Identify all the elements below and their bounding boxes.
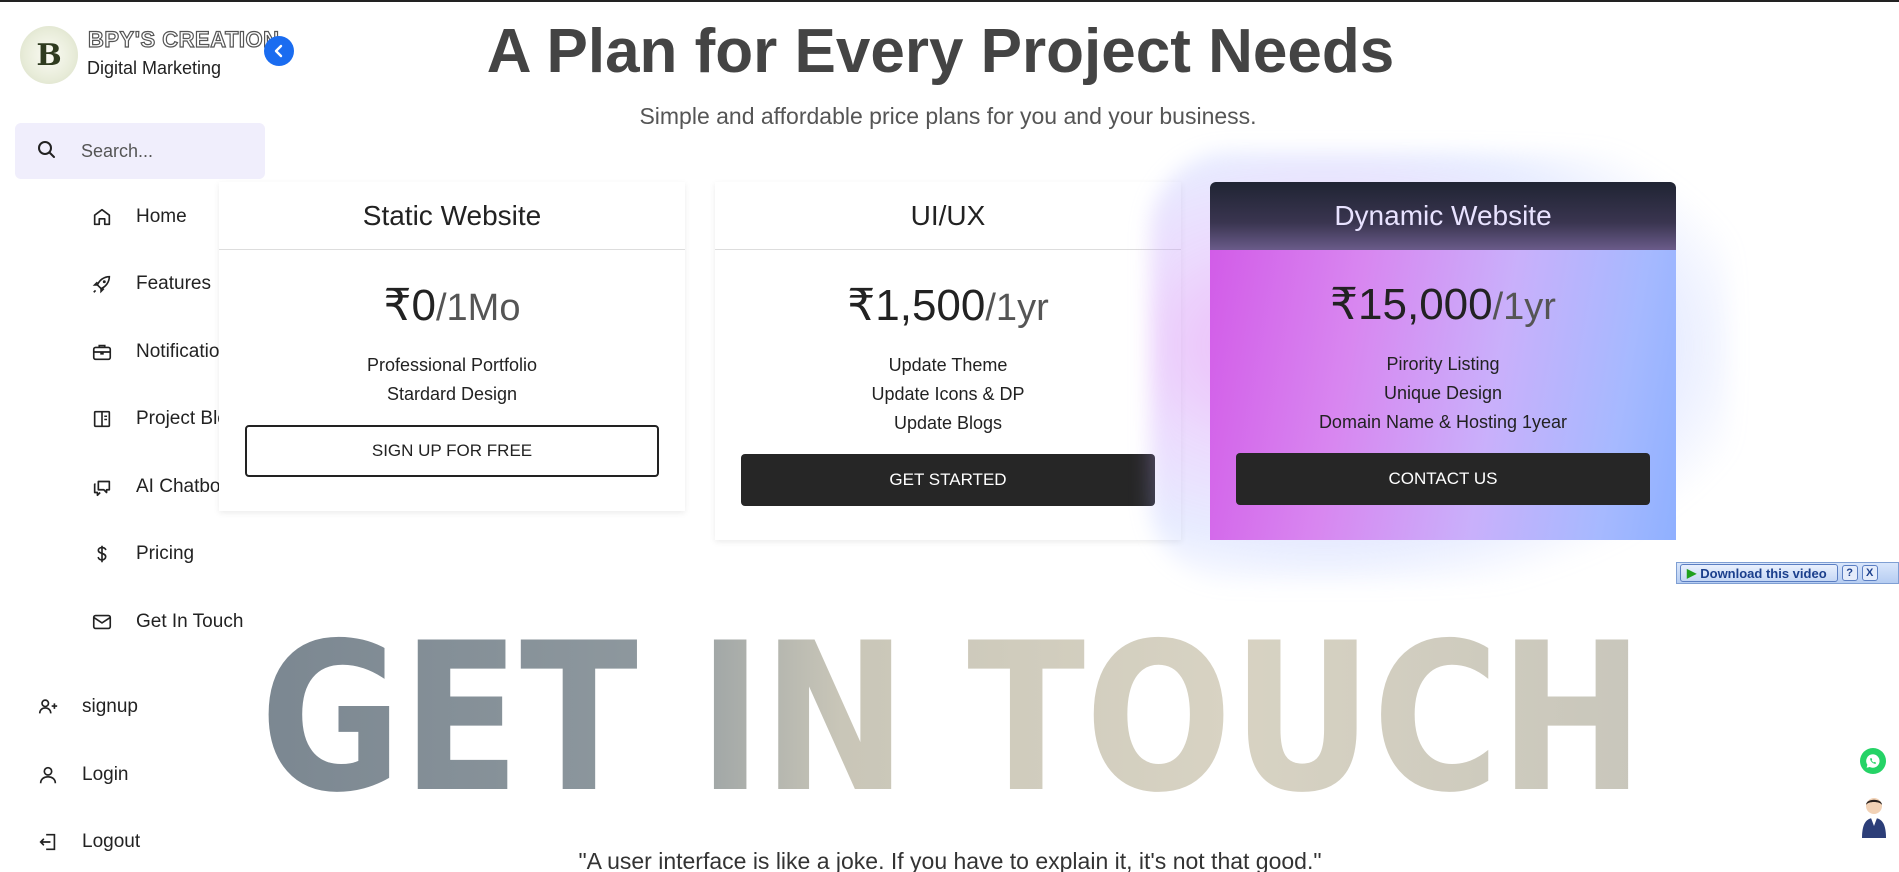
plan-price-period: /1yr — [1492, 286, 1556, 328]
chat-assistant-avatar[interactable] — [1858, 794, 1890, 838]
plan-name: UI/UX — [715, 182, 1181, 250]
download-video-bar: ▶ Download this video ? X — [1676, 562, 1899, 584]
sidebar-item-label: Get In Touch — [136, 611, 244, 632]
briefcase-icon — [90, 340, 114, 364]
sidebar-item-get-in-touch[interactable]: Get In Touch — [90, 602, 243, 642]
rocket-icon — [90, 272, 114, 296]
plan-feature: Stardard Design — [386, 384, 518, 404]
sign-up-free-button[interactable]: SIGN UP FOR FREE — [245, 425, 659, 477]
close-button[interactable]: X — [1861, 565, 1878, 581]
plan-price-amount: ₹0 — [383, 281, 436, 330]
plan-feature: Update Blogs — [893, 413, 1003, 433]
page-title: A Plan for Every Project Needs — [486, 17, 1395, 86]
plan-price: ₹15,000/1yr — [1210, 279, 1676, 330]
signup-label: signup — [82, 696, 138, 717]
plan-card-static: Static Website ₹0/1Mo Professional Portf… — [219, 182, 685, 511]
user-icon — [36, 763, 60, 787]
signup-link[interactable]: signup — [36, 687, 138, 727]
play-icon: ▶ — [1687, 566, 1697, 580]
home-icon — [90, 205, 114, 229]
search-box[interactable] — [15, 123, 265, 179]
plan-feature: Update Theme — [888, 355, 1008, 375]
plan-feature: Update Icons & DP — [871, 384, 1025, 404]
sidebar-item-notifications[interactable]: Notifications — [90, 332, 240, 372]
plan-price-amount: ₹1,500 — [847, 281, 986, 330]
plan-card-dynamic: Dynamic Website ₹15,000/1yr Pirority Lis… — [1210, 182, 1676, 540]
sidebar-item-label: AI Chatbot — [136, 476, 226, 497]
get-in-touch-text: GET IN TOUCH — [260, 622, 1644, 802]
help-button[interactable]: ? — [1841, 565, 1858, 581]
whatsapp-button[interactable] — [1860, 748, 1886, 774]
whatsapp-icon — [1866, 754, 1880, 768]
plan-features: Update Theme Update Icons & DP Update Bl… — [715, 351, 1181, 438]
user-plus-icon — [36, 695, 60, 719]
mail-icon — [90, 610, 114, 634]
sidebar-item-features[interactable]: Features — [90, 264, 211, 304]
plan-price: ₹0/1Mo — [219, 280, 685, 331]
assistant-avatar-icon — [1862, 798, 1886, 838]
sidebar-item-home[interactable]: Home — [90, 197, 187, 237]
login-label: Login — [82, 764, 129, 785]
plan-features: Professional Portfolio Stardard Design — [219, 351, 685, 409]
search-input[interactable] — [81, 135, 251, 167]
plan-card-uiux: UI/UX ₹1,500/1yr Update Theme Update Ico… — [715, 182, 1181, 540]
sidebar-item-label: Home — [136, 206, 187, 227]
page-subtitle: Simple and affordable price plans for yo… — [639, 103, 1257, 129]
search-icon — [38, 141, 55, 158]
sidebar-item-label: Features — [136, 273, 211, 294]
sidebar-item-project-blog[interactable]: Project Blog — [90, 399, 238, 439]
plan-features: Pirority Listing Unique Design Domain Na… — [1210, 350, 1676, 437]
sidebar-item-pricing[interactable]: Pricing — [90, 534, 194, 574]
plan-price-period: /1yr — [985, 287, 1049, 329]
dollar-icon — [90, 542, 114, 566]
plan-body: ₹15,000/1yr Pirority Listing Unique Desi… — [1210, 250, 1676, 540]
plan-name: Dynamic Website — [1210, 182, 1676, 250]
quote-text: "A user interface is like a joke. If you… — [578, 848, 1322, 872]
plan-feature: Domain Name & Hosting 1year — [1318, 412, 1568, 432]
plan-feature: Pirority Listing — [1386, 354, 1500, 374]
sidebar-item-label: Pricing — [136, 543, 195, 564]
plan-price: ₹1,500/1yr — [715, 280, 1181, 331]
plan-price-period: /1Mo — [435, 287, 521, 329]
sidebar-item-ai-chatbot[interactable]: AI Chatbot — [90, 467, 226, 507]
get-started-button[interactable]: GET STARTED — [741, 454, 1155, 506]
book-icon — [90, 407, 114, 431]
plan-name: Static Website — [219, 182, 685, 250]
login-link[interactable]: Login — [36, 755, 129, 795]
chat-icon — [90, 475, 114, 499]
download-video-label: Download this video — [1700, 565, 1827, 581]
contact-us-button[interactable]: CONTACT US — [1236, 453, 1650, 505]
download-video-button[interactable]: ▶ Download this video — [1680, 564, 1838, 582]
get-in-touch-banner: GET IN TOUCH — [260, 622, 1644, 802]
plan-price-amount: ₹15,000 — [1330, 280, 1493, 329]
plan-feature: Professional Portfolio — [366, 355, 538, 375]
plan-feature: Unique Design — [1383, 383, 1503, 403]
